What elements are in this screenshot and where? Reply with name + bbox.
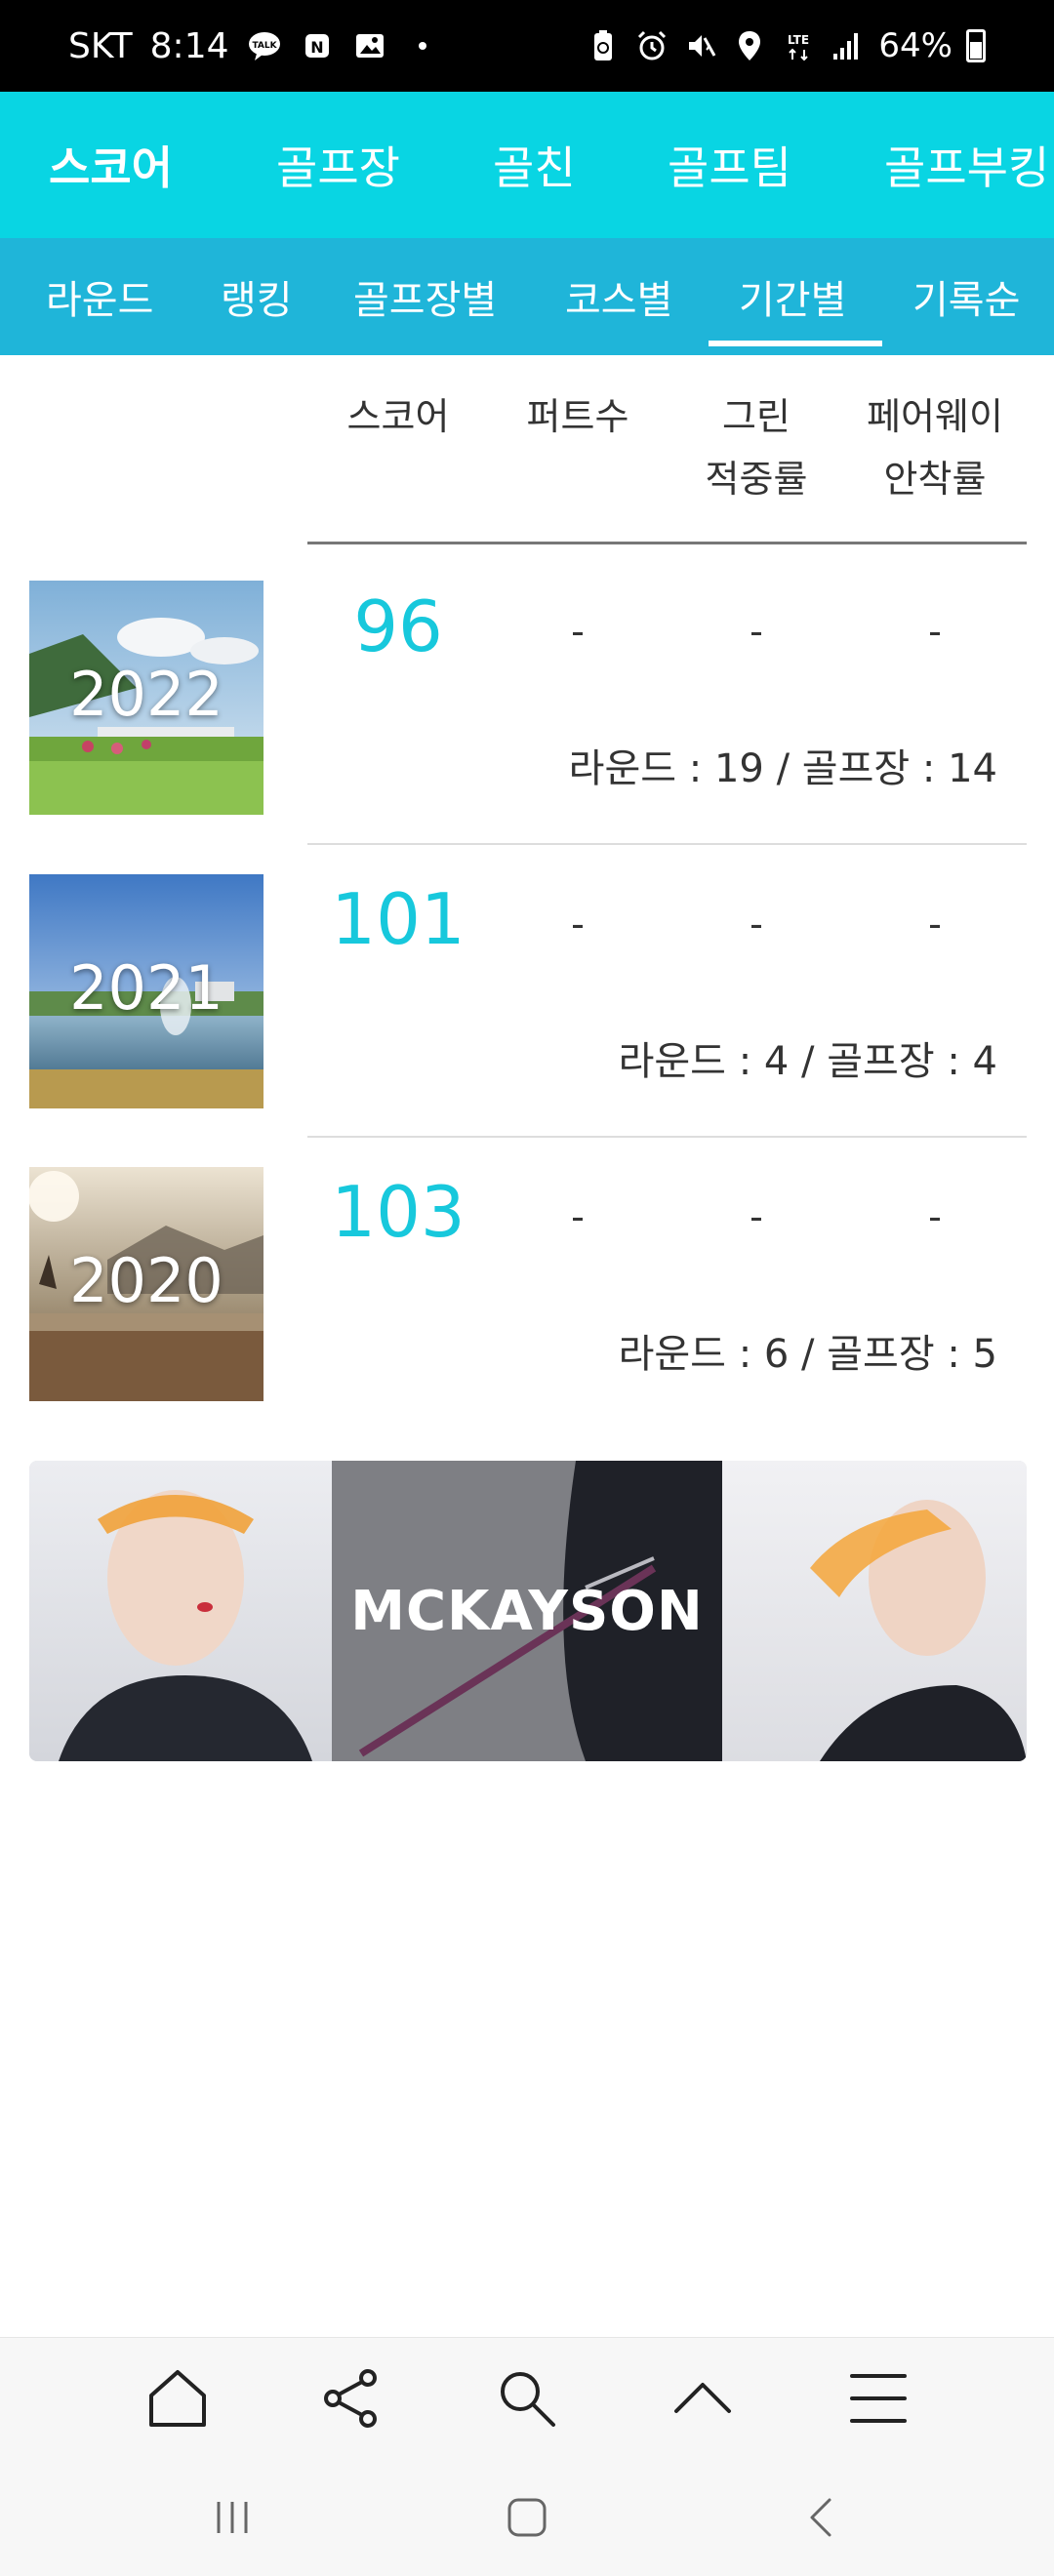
location-icon <box>732 28 767 63</box>
header-green-line1: 그린 <box>722 395 790 438</box>
subtab-ranking[interactable]: 랭킹 <box>221 238 293 355</box>
header-score: 스코어 <box>310 385 486 448</box>
tab-golf-course[interactable]: 골프장 <box>276 92 400 238</box>
score-value: 101 <box>331 878 466 960</box>
year-label: 2021 <box>69 952 223 1024</box>
share-icon[interactable] <box>310 2357 392 2439</box>
ad-model-photo-right <box>722 1461 1027 1761</box>
battery-icon <box>966 29 986 62</box>
home-button-icon[interactable] <box>488 2478 566 2556</box>
year-thumbnail: 2021 <box>29 874 264 1108</box>
carrier-label: SKT <box>68 25 133 66</box>
image-icon <box>352 28 387 63</box>
header-score-label: 스코어 <box>346 395 450 438</box>
ad-brand-logo: MCKAYSON <box>350 1579 704 1643</box>
header-fairway-hit: 페어웨이 안착률 <box>847 385 1023 510</box>
battery-saver-icon <box>586 28 621 63</box>
header-fairway-line2: 안착률 <box>883 458 987 501</box>
sub-nav: 라운드 랭킹 골프장별 코스별 기간별 기록순 <box>0 238 1054 355</box>
putts-value: - <box>571 1195 585 1238</box>
tab-golf-booking[interactable]: 골프부킹 <box>884 92 1049 238</box>
header-putts-label: 퍼트수 <box>526 395 629 438</box>
home-icon[interactable] <box>137 2357 219 2439</box>
year-row[interactable]: 2021 101 - - - 라운드 : 4 / 골프장 : 4 <box>0 839 1054 1132</box>
tab-golf-friends[interactable]: 골친 <box>493 92 576 238</box>
ad-model-photo-left <box>29 1461 332 1761</box>
year-label: 2020 <box>69 1245 223 1316</box>
clock: 8:14 <box>149 25 229 66</box>
browser-toolbar <box>0 2337 1054 2459</box>
status-bar: SKT 8:14 TALK N LTE 64% <box>0 0 1054 92</box>
header-green-line2: 적중률 <box>705 458 808 501</box>
ad-banner[interactable]: MCKAYSON <box>29 1461 1027 1761</box>
round-summary: 라운드 : 6 / 골프장 : 5 <box>618 1332 997 1377</box>
mute-icon <box>683 28 718 63</box>
subtab-by-period[interactable]: 기간별 <box>739 238 846 355</box>
score-value: 96 <box>353 585 443 667</box>
tab-score[interactable]: 스코어 <box>49 92 173 238</box>
subtab-by-record[interactable]: 기록순 <box>912 238 1020 355</box>
year-label: 2022 <box>69 659 223 730</box>
year-thumbnail: 2022 <box>29 581 264 815</box>
dot-icon <box>405 28 440 63</box>
back-icon[interactable] <box>783 2478 861 2556</box>
subtab-round[interactable]: 라운드 <box>46 238 153 355</box>
subtab-by-hole-course[interactable]: 코스별 <box>565 238 672 355</box>
alarm-icon <box>634 28 669 63</box>
round-summary: 라운드 : 19 / 골프장 : 14 <box>568 746 997 791</box>
year-row[interactable]: 2020 103 - - - 라운드 : 6 / 골프장 : 5 <box>0 1132 1054 1425</box>
talk-icon: TALK <box>247 28 282 63</box>
fairway-hit-value: - <box>928 903 942 946</box>
scroll-top-icon[interactable] <box>662 2357 744 2439</box>
green-hit-value: - <box>750 610 763 653</box>
menu-icon[interactable] <box>837 2357 919 2439</box>
naver-icon: N <box>300 28 335 63</box>
header-green-hit: 그린 적중률 <box>669 385 844 510</box>
header-fairway-line1: 페어웨이 <box>867 395 1003 438</box>
top-nav: 스코어 골프장 골친 골프팀 골프부킹 <box>0 92 1054 238</box>
header-divider <box>307 542 1027 544</box>
putts-value: - <box>571 610 585 653</box>
lte-icon: LTE <box>781 28 816 63</box>
subtab-by-course[interactable]: 골프장별 <box>353 238 497 355</box>
active-tab-indicator <box>709 341 882 346</box>
putts-value: - <box>571 903 585 946</box>
round-summary: 라운드 : 4 / 골프장 : 4 <box>618 1039 997 1084</box>
year-thumbnail: 2020 <box>29 1167 264 1401</box>
system-nav-bar <box>0 2459 1054 2576</box>
svg-text:TALK: TALK <box>252 41 277 51</box>
score-value: 103 <box>331 1171 466 1253</box>
signal-icon <box>830 28 865 63</box>
battery-percent: 64% <box>878 26 953 65</box>
tab-golf-team[interactable]: 골프팀 <box>668 92 791 238</box>
fairway-hit-value: - <box>928 610 942 653</box>
search-icon[interactable] <box>486 2357 568 2439</box>
header-putts: 퍼트수 <box>490 385 666 448</box>
green-hit-value: - <box>750 903 763 946</box>
recent-apps-icon[interactable] <box>193 2478 271 2556</box>
green-hit-value: - <box>750 1195 763 1238</box>
svg-text:N: N <box>310 38 323 57</box>
year-row[interactable]: 2022 96 - - - 라운드 : 19 / 골프장 : 14 <box>0 546 1054 839</box>
svg-text:LTE: LTE <box>788 33 809 47</box>
fairway-hit-value: - <box>928 1195 942 1238</box>
